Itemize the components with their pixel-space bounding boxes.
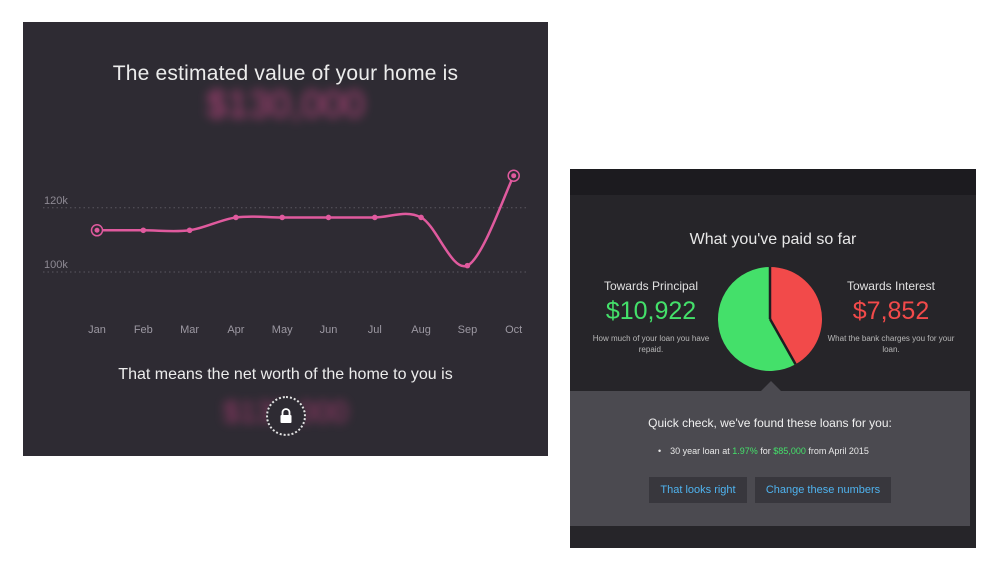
x-tick-label: Jan (88, 324, 106, 336)
loan-item-suffix: from April 2015 (808, 446, 869, 456)
y-tick-label: 100k (44, 259, 68, 271)
x-tick-label: Apr (227, 324, 244, 336)
loan-check-heading: Quick check, we've found these loans for… (648, 416, 892, 430)
home-value-panel: The estimated value of your home is $130… (23, 22, 548, 456)
principal-label: Towards Principal (603, 279, 699, 293)
data-point (464, 262, 471, 269)
series-line (97, 175, 515, 268)
principal-amount: $10,922 (605, 297, 697, 325)
principal-description: How much of your loan you have repaid. (592, 334, 710, 354)
unlock-net-worth-button[interactable] (266, 396, 306, 436)
y-tick-label: 120k (44, 195, 68, 207)
bullet-icon: • (658, 446, 662, 456)
data-point (511, 173, 517, 179)
data-point (418, 214, 424, 221)
that-looks-right-button[interactable]: That looks right (649, 477, 747, 503)
loan-amount: $85,000 (773, 446, 806, 456)
data-point (94, 227, 100, 233)
paid-pie-chart (718, 267, 822, 371)
lock-icon (280, 408, 292, 423)
loan-list-item: • 30 year loan at 1.97% for $85,000 from … (658, 446, 869, 456)
x-tick-label: Jul (368, 324, 382, 336)
interest-description: What the bank charges you for your loan. (827, 334, 955, 354)
data-point (233, 214, 239, 221)
loan-check-box: Quick check, we've found these loans for… (570, 391, 970, 526)
loan-item-mid: for (760, 446, 771, 456)
x-tick-label: Jun (320, 324, 338, 336)
loan-item-prefix: 30 year loan at (670, 446, 730, 456)
x-tick-label: Sep (458, 324, 478, 336)
x-tick-label: Aug (411, 324, 431, 336)
data-point (186, 227, 193, 234)
x-tick-label: Mar (180, 324, 199, 336)
data-point (140, 227, 147, 234)
home-value-title: The estimated value of your home is (112, 62, 459, 85)
data-point (372, 214, 378, 221)
home-value-amount: $130,000 (206, 84, 365, 126)
interest-label: Towards Interest (846, 279, 936, 293)
x-tick-label: May (272, 324, 293, 336)
interest-amount: $7,852 (852, 297, 930, 325)
x-tick-label: Oct (505, 324, 522, 336)
paid-so-far-panel: What you've paid so far Towards Principa… (570, 169, 976, 548)
loan-box-pointer (761, 381, 781, 391)
home-value-line-chart: 120k 100k Jan Feb Mar Apr May Jun Jul Aug Sep Oct (43, 169, 528, 336)
paid-so-far-title: What you've paid so far (689, 231, 857, 248)
panel-top-bar (570, 169, 976, 195)
x-tick-label: Feb (134, 324, 153, 336)
data-point (279, 214, 286, 221)
data-point (325, 214, 332, 221)
net-worth-label: That means the net worth of the home to … (118, 366, 453, 383)
change-numbers-button[interactable]: Change these numbers (755, 477, 891, 503)
loan-rate: 1.97% (732, 446, 758, 456)
